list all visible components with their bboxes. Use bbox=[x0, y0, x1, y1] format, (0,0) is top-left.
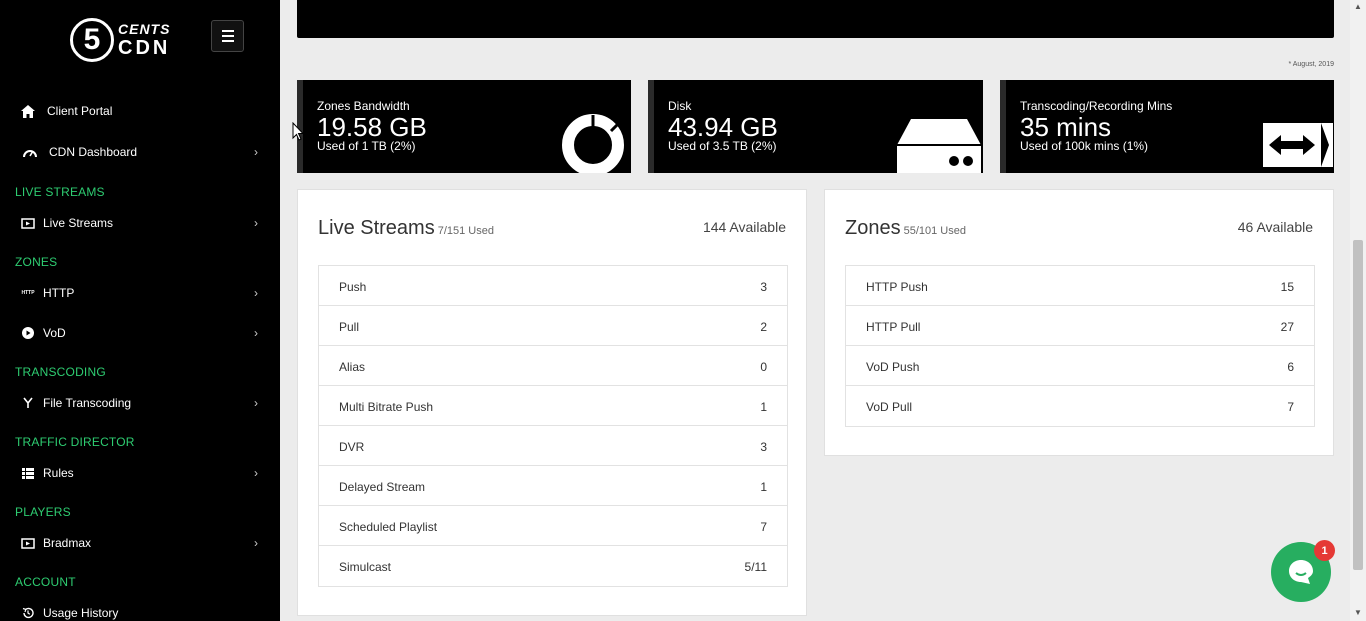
code-fork-icon bbox=[20, 395, 36, 411]
sidebar-item-vod[interactable]: VoD › bbox=[0, 321, 280, 345]
sidebar-item-label: Client Portal bbox=[47, 104, 113, 118]
logo-mark: 5 bbox=[70, 18, 114, 62]
list-icon bbox=[20, 465, 36, 481]
top-banner bbox=[297, 0, 1334, 38]
chevron-right-icon: › bbox=[254, 466, 258, 480]
sidebar-item-live-streams[interactable]: Live Streams › bbox=[0, 211, 280, 235]
sidebar-item-http[interactable]: HTTP HTTP › bbox=[0, 281, 280, 305]
hdd-icon bbox=[895, 117, 983, 173]
table-row: Push 3 bbox=[319, 266, 787, 306]
play-circle-icon bbox=[20, 325, 36, 341]
live-streams-table: Push 3 Pull 2 Alias 0 Multi Bitrate Push 1 D… bbox=[318, 265, 788, 587]
history-icon bbox=[20, 605, 36, 621]
tv-play-icon bbox=[20, 535, 36, 551]
section-account: ACCOUNT bbox=[15, 575, 76, 589]
chevron-right-icon: › bbox=[254, 326, 258, 340]
scrollbar-thumb[interactable] bbox=[1353, 240, 1363, 570]
panel-used: 7/151 Used bbox=[437, 225, 494, 237]
sidebar-item-cdn-dashboard[interactable]: CDN Dashboard › bbox=[0, 140, 280, 164]
sidebar-item-label: Live Streams bbox=[43, 216, 114, 230]
stat-sub: Used of 1 TB (2%) bbox=[317, 139, 416, 153]
notification-badge: 1 bbox=[1314, 540, 1335, 561]
stat-card-transcoding: Transcoding/Recording Mins 35 mins Used … bbox=[1000, 80, 1334, 173]
sidebar-item-client-portal[interactable]: Client Portal bbox=[0, 99, 280, 123]
table-row: Pull 2 bbox=[319, 306, 787, 346]
section-players: PLAYERS bbox=[15, 505, 71, 519]
home-icon bbox=[20, 103, 36, 119]
sidebar-item-label: HTTP bbox=[43, 286, 75, 300]
chat-bubble-icon bbox=[1289, 560, 1313, 584]
chevron-right-icon: › bbox=[254, 396, 258, 410]
sidebar-item-file-transcoding[interactable]: File Transcoding › bbox=[0, 391, 280, 415]
section-traffic-director: TRAFFIC DIRECTOR bbox=[15, 435, 135, 449]
panel-used: 55/101 Used bbox=[903, 225, 966, 237]
stat-label: Zones Bandwidth bbox=[317, 99, 410, 113]
section-zones: ZONES bbox=[15, 255, 58, 269]
pie-chart-icon bbox=[559, 111, 629, 173]
table-row: DVR 3 bbox=[319, 426, 787, 466]
mouse-cursor-icon bbox=[292, 121, 305, 147]
sidebar-item-label: File Transcoding bbox=[43, 396, 132, 410]
menu-toggle-button[interactable] bbox=[211, 20, 244, 52]
table-row: Alias 0 bbox=[319, 346, 787, 386]
chevron-right-icon: › bbox=[254, 286, 258, 300]
tachometer-icon bbox=[22, 144, 38, 160]
scroll-down-icon[interactable]: ▼ bbox=[1354, 608, 1362, 617]
panel-title: Zones bbox=[845, 217, 901, 239]
sidebar-item-usage-history[interactable]: Usage History bbox=[0, 601, 280, 621]
live-streams-panel: Live Streams 7/151 Used 144 Available Pus… bbox=[297, 189, 807, 616]
section-transcoding: TRANSCODING bbox=[15, 365, 106, 379]
stat-label: Disk bbox=[668, 99, 692, 113]
panel-title: Live Streams bbox=[318, 217, 435, 239]
zones-table: HTTP Push 15 HTTP Pull 27 VoD Push 6 VoD Pu… bbox=[845, 265, 1315, 427]
logo-line1: CENTS bbox=[118, 21, 171, 37]
sidebar-item-label: Usage History bbox=[43, 606, 119, 620]
hamburger-icon bbox=[221, 30, 234, 32]
chevron-right-icon: › bbox=[254, 145, 258, 159]
sidebar: 5 CENTS CDN Client Portal CDN Dashboard … bbox=[0, 0, 280, 621]
brand-logo[interactable]: 5 CENTS CDN bbox=[70, 18, 170, 62]
table-row: VoD Pull 7 bbox=[866, 400, 1294, 414]
zones-panel: Zones 55/101 Used 46 Available HTTP Push 1… bbox=[824, 189, 1334, 456]
sidebar-item-rules[interactable]: Rules › bbox=[0, 461, 280, 485]
stat-sub: Used of 100k mins (1%) bbox=[1020, 139, 1149, 153]
stat-label: Transcoding/Recording Mins bbox=[1020, 99, 1173, 113]
stat-card-disk: Disk 43.94 GB Used of 3.5 TB (2%) bbox=[648, 80, 983, 173]
arrows-h-icon bbox=[1263, 123, 1333, 172]
chevron-right-icon: › bbox=[254, 536, 258, 550]
table-row: Scheduled Playlist 7 bbox=[319, 506, 787, 546]
table-row: VoD Push 6 bbox=[846, 346, 1314, 386]
table-row: Delayed Stream 1 bbox=[319, 466, 787, 506]
sidebar-item-label: Rules bbox=[43, 466, 74, 480]
http-icon: HTTP bbox=[21, 290, 35, 296]
tv-play-icon bbox=[20, 215, 36, 231]
table-row: Multi Bitrate Push 1 bbox=[319, 386, 787, 426]
sidebar-item-bradmax[interactable]: Bradmax › bbox=[0, 531, 280, 555]
panel-available: 46 Available bbox=[1237, 219, 1313, 235]
table-row: Simulcast 5/11 bbox=[339, 560, 767, 574]
sidebar-item-label: Bradmax bbox=[43, 536, 92, 550]
sidebar-item-label: VoD bbox=[43, 326, 66, 340]
table-row: HTTP Pull 27 bbox=[846, 306, 1314, 346]
panel-available: 144 Available bbox=[702, 219, 786, 235]
logo-line2: CDN bbox=[118, 37, 171, 59]
stat-card-bandwidth: Zones Bandwidth 19.58 GB Used of 1 TB (2… bbox=[297, 80, 631, 173]
sidebar-item-label: CDN Dashboard bbox=[49, 145, 138, 159]
date-note: * August, 2019 bbox=[1288, 61, 1334, 68]
table-row: HTTP Push 15 bbox=[846, 266, 1314, 306]
chevron-right-icon: › bbox=[254, 216, 258, 230]
section-live-streams: LIVE STREAMS bbox=[15, 185, 105, 199]
stat-sub: Used of 3.5 TB (2%) bbox=[668, 139, 777, 153]
scroll-up-icon[interactable]: ▲ bbox=[1354, 2, 1362, 11]
